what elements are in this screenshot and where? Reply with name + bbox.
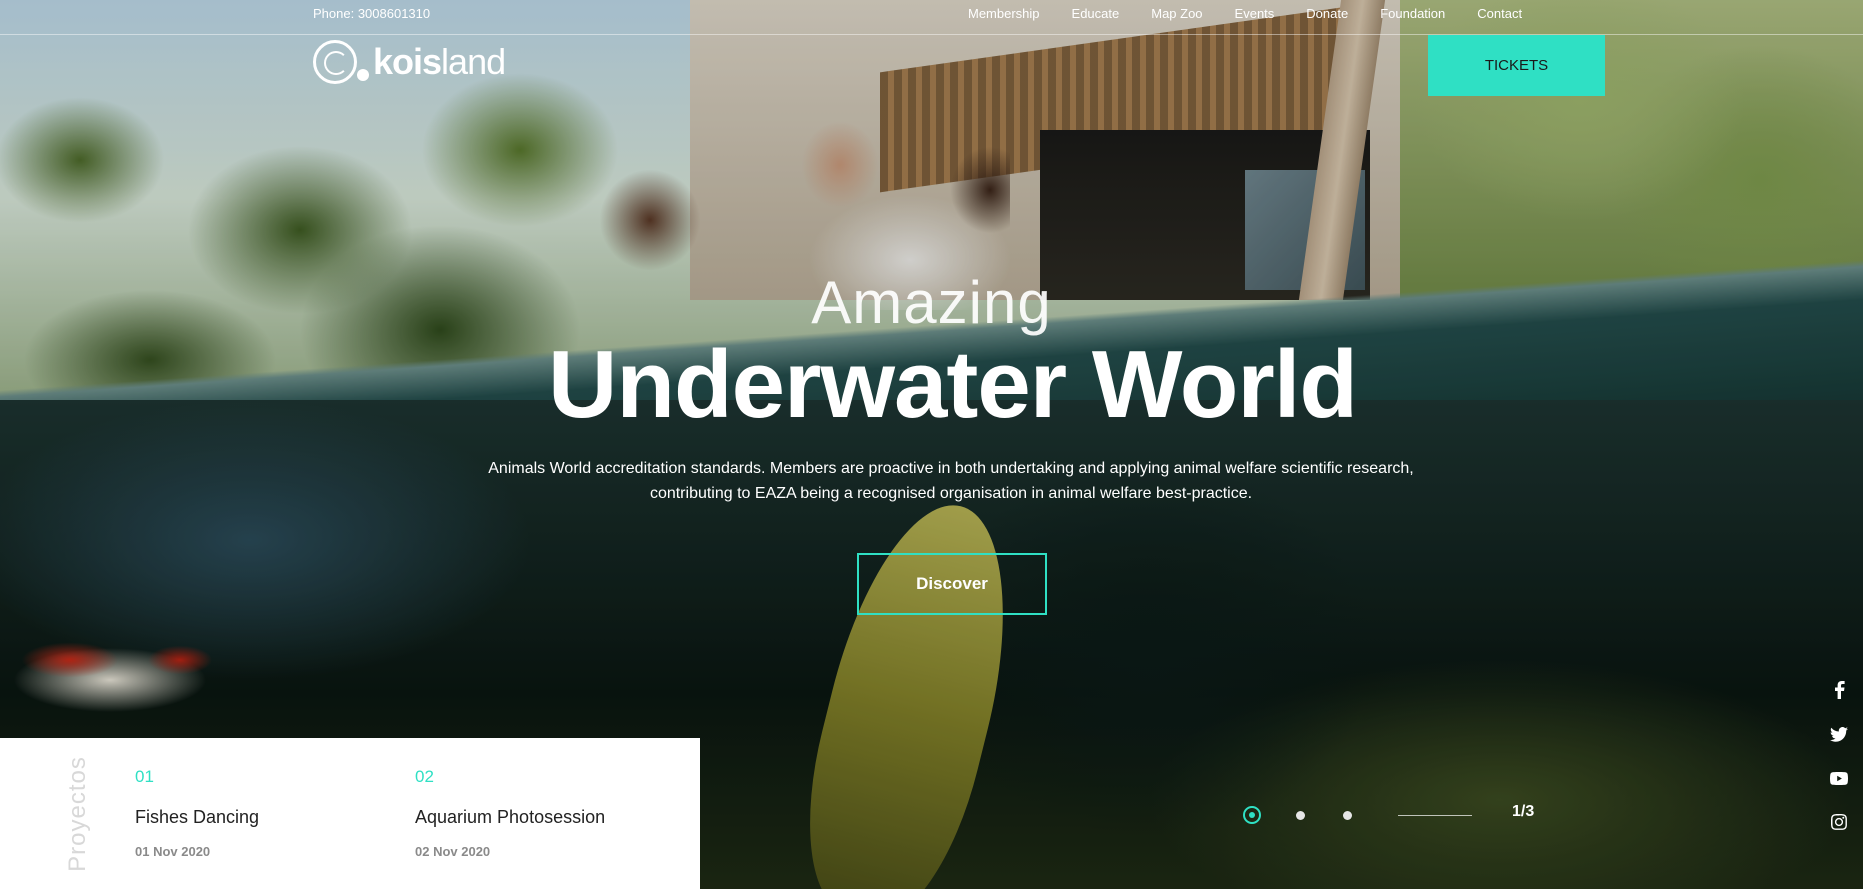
instagram-icon[interactable] [1828,810,1850,834]
nav-item-educate[interactable]: Educate [1072,6,1120,21]
project-card[interactable]: 01 Fishes Dancing 01 Nov 2020 [135,767,375,859]
discover-button[interactable]: Discover [857,553,1047,615]
project-number: 01 [135,767,154,786]
hero-subtext: Animals World accreditation standards. M… [451,456,1451,506]
facebook-icon[interactable] [1828,678,1850,702]
slide-dot-1-active[interactable] [1243,806,1261,824]
project-title[interactable]: Fishes Dancing [135,807,375,828]
site-logo[interactable]: koisland [313,38,506,86]
logo-text-light: land [441,41,506,82]
tickets-button[interactable]: TICKETS [1428,35,1605,96]
project-title[interactable]: Aquarium Photosession [415,807,655,828]
logo-dot [357,69,369,81]
phone-number: Phone: 3008601310 [313,6,431,21]
projects-label-text: Proyectos [64,755,91,872]
nav-item-foundation[interactable]: Foundation [1380,6,1445,21]
hero-eyebrow: Amazing [811,269,1052,336]
project-card[interactable]: 02 Aquarium Photosession 02 Nov 2020 [415,767,655,859]
projects-label: Proyectos [58,755,98,872]
slide-dot-2[interactable] [1296,811,1305,820]
nav-item-donate[interactable]: Donate [1306,6,1348,21]
main-nav: Membership Educate Map Zoo Events Donate… [968,6,1554,21]
nav-item-contact[interactable]: Contact [1477,6,1522,21]
nav-item-membership[interactable]: Membership [968,6,1040,21]
hero-subtext-line-1: Animals World accreditation standards. M… [488,460,1414,477]
twitter-icon[interactable] [1828,722,1850,746]
slide-progress-line [1398,815,1472,816]
slide-dot-3[interactable] [1343,811,1352,820]
hero-subtext-line-2: contributing to EAZA being a recognised … [649,485,1253,502]
nav-item-map-zoo[interactable]: Map Zoo [1151,6,1202,21]
logo-text-bold: kois [373,41,442,82]
nav-item-events[interactable]: Events [1235,6,1275,21]
logo-text: koisland [373,41,506,83]
logo-mark-icon [313,40,357,84]
project-number: 02 [415,767,434,786]
hero-headline: Underwater World [548,331,1358,438]
slide-counter: 1/3 [1512,803,1535,820]
project-date: 02 Nov 2020 [415,844,491,859]
social-links [1826,678,1852,834]
projects-panel: Proyectos 01 Fishes Dancing 01 Nov 2020 … [0,738,700,889]
project-date: 01 Nov 2020 [135,844,211,859]
youtube-icon[interactable] [1828,766,1850,790]
